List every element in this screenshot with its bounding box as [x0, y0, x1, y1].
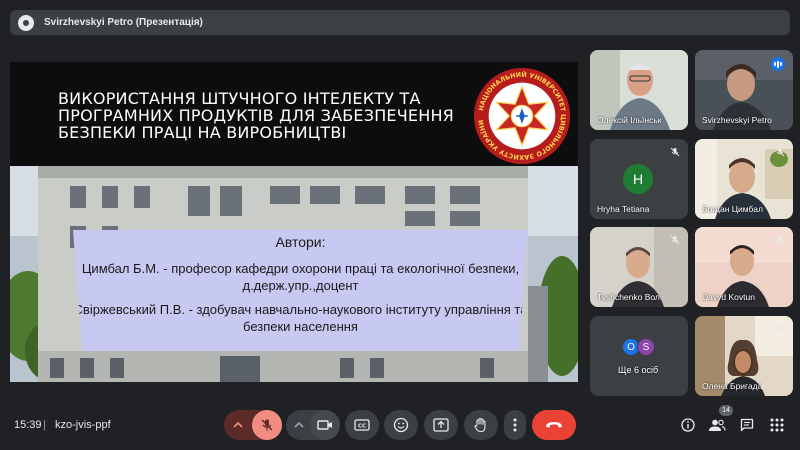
more-participants-tile[interactable]: O S Ще 6 осіб: [590, 316, 688, 396]
participant-tile[interactable]: Tyshchenko Вол: [590, 227, 688, 307]
audio-options-button[interactable]: [224, 410, 252, 440]
chevron-up-icon: [233, 421, 243, 428]
slide-header: ВИКОРИСТАННЯ ШТУЧНОГО ІНТЕЛЕКТУ ТА ПРОГР…: [10, 62, 578, 166]
participant-name: Davyd Kovtun: [702, 292, 755, 302]
reactions-button[interactable]: [384, 410, 418, 440]
videocam-icon: [317, 420, 332, 430]
meeting-code: kzo-jvis-ppf: [55, 419, 111, 431]
meeting-details-button[interactable]: [679, 416, 697, 434]
participant-name: Svirzhevskyi Petro: [702, 115, 772, 125]
people-count-badge: 14: [719, 405, 733, 416]
participant-name: Олена Бригада: [702, 381, 763, 391]
participant-avatar: S: [637, 338, 655, 356]
leave-call-button[interactable]: [532, 410, 576, 440]
participant-tile[interactable]: H Hryha Tetiana: [590, 139, 688, 219]
participant-name: Hryha Tetiana: [597, 204, 650, 214]
microphone-toggle-button[interactable]: [252, 410, 282, 440]
apps-grid-icon: [770, 418, 784, 432]
present-button[interactable]: [424, 410, 458, 440]
mic-group: [224, 410, 282, 440]
presentation-title: Svirzhevskyi Petro (Презентація): [44, 17, 203, 28]
participant-name: Олексій Ільїнськ: [597, 115, 662, 125]
presentation-bar[interactable]: Svirzhevskyi Petro (Презентація): [10, 10, 790, 35]
separator: |: [43, 419, 46, 431]
slide-title-line-3: БЕЗПЕКИ ПРАЦІ НА ВИРОБНИЦТВІ: [58, 123, 347, 142]
svg-text:CC: CC: [358, 424, 366, 430]
chat-button[interactable]: [738, 416, 756, 434]
authors-box: Автори: Цимбал Б.М. - професор кафедри о…: [73, 230, 528, 351]
participant-name: Tyshchenko Вол: [597, 292, 660, 302]
slide-title-line-2: ПРОГРАМНИХ ПРОДУКТІВ ДЛЯ ЗАБЕЗПЕЧЕННЯ: [58, 106, 454, 125]
present-screen-icon: [433, 418, 449, 432]
author-1: Цимбал Б.М. - професор кафедри охорони п…: [81, 261, 520, 293]
author-2: Свіржевський П.В. - здобувач навчально-н…: [73, 302, 528, 334]
people-button[interactable]: [708, 416, 726, 434]
participant-tile[interactable]: Svirzhevskyi Petro: [695, 50, 793, 130]
closed-captions-icon: CC: [354, 419, 370, 431]
clock: 15:39: [14, 419, 42, 431]
mic-off-icon: [668, 145, 682, 159]
more-options-button[interactable]: [504, 410, 526, 440]
people-icon: [709, 419, 726, 431]
video-options-button[interactable]: [286, 410, 312, 440]
mic-off-icon: [773, 233, 787, 247]
more-vertical-icon: [513, 418, 517, 432]
camera-toggle-button[interactable]: [310, 410, 340, 440]
speaking-indicator-icon: [771, 57, 785, 71]
mic-off-icon: [261, 419, 273, 431]
captions-button[interactable]: CC: [345, 410, 379, 440]
participant-avatar: H: [623, 164, 653, 194]
more-participants-label: Ще 6 осіб: [618, 365, 659, 375]
participant-tile[interactable]: Олена Бригада: [695, 316, 793, 396]
emoji-icon: [393, 417, 409, 433]
mic-off-icon: [773, 145, 787, 159]
presenter-icon: [18, 14, 34, 31]
authors-heading: Автори:: [275, 234, 326, 250]
slide-title: ВИКОРИСТАННЯ ШТУЧНОГО ІНТЕЛЕКТУ ТА ПРОГР…: [58, 90, 478, 141]
mic-off-icon: [773, 322, 787, 336]
end-call-icon: [546, 422, 562, 428]
participant-tile[interactable]: Davyd Kovtun: [695, 227, 793, 307]
activities-button[interactable]: [768, 416, 786, 434]
chevron-up-icon: [294, 421, 304, 428]
info-icon: [681, 418, 695, 432]
camera-group: [286, 410, 340, 440]
hand-icon: [474, 417, 486, 433]
chat-icon: [740, 418, 754, 432]
participant-tile[interactable]: Богдан Цимбал: [695, 139, 793, 219]
university-emblem-logo: НАЦІОНАЛЬНИЙ УНІВЕРСИТЕТ ЦИВІЛЬНОГО ЗАХИ…: [473, 67, 571, 165]
raise-hand-button[interactable]: [464, 410, 498, 440]
more-participants-avatars: O S: [622, 338, 655, 356]
slide-title-line-1: ВИКОРИСТАННЯ ШТУЧНОГО ІНТЕЛЕКТУ ТА: [58, 89, 421, 108]
participant-tile[interactable]: Олексій Ільїнськ: [590, 50, 688, 130]
shared-presentation[interactable]: ВИКОРИСТАННЯ ШТУЧНОГО ІНТЕЛЕКТУ ТА ПРОГР…: [10, 62, 578, 382]
meet-window: Svirzhevskyi Petro (Презентація) ВИКОРИС…: [0, 0, 800, 450]
mic-off-icon: [668, 233, 682, 247]
participant-name: Богдан Цимбал: [702, 204, 763, 214]
